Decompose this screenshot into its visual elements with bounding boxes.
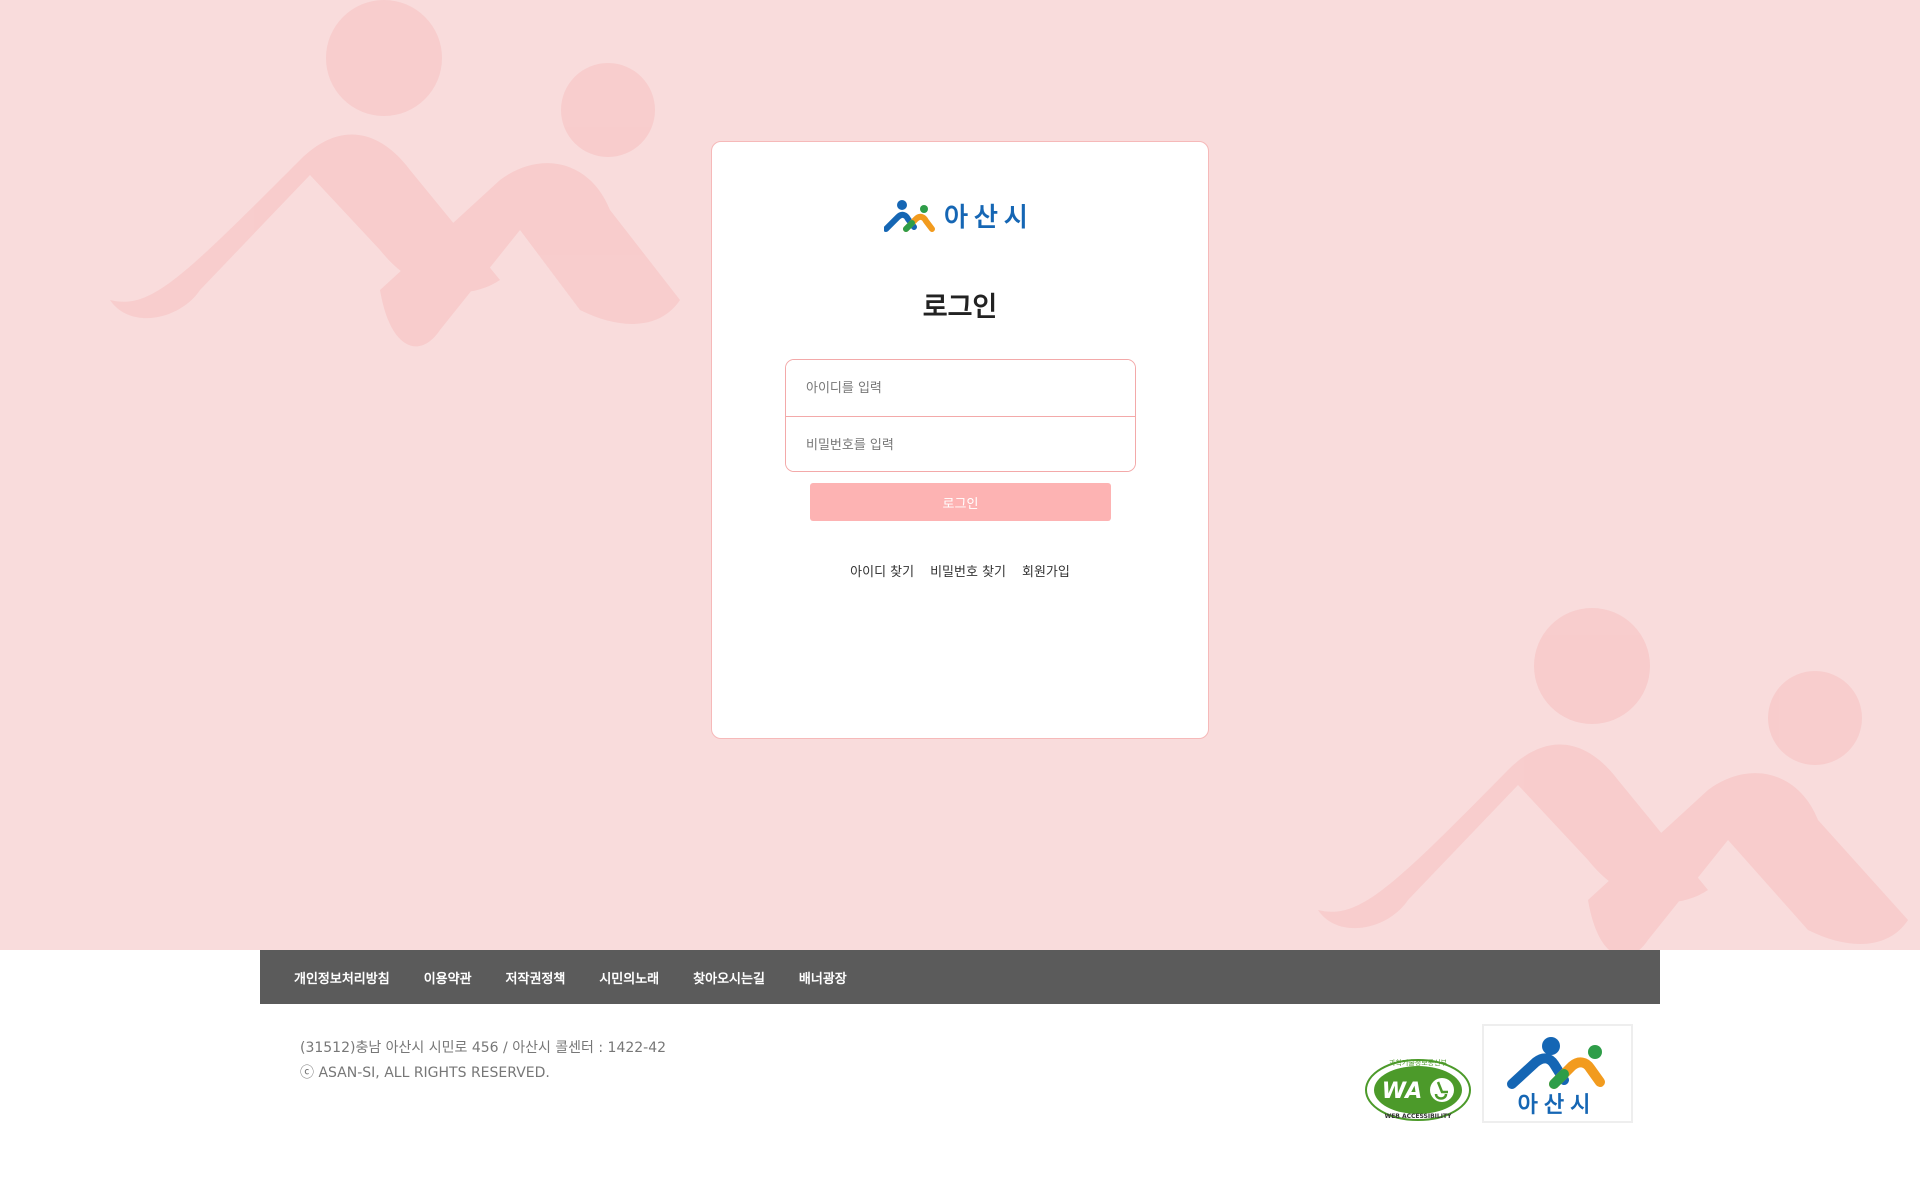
- login-button[interactable]: 로그인: [810, 483, 1111, 521]
- footer-link-privacy[interactable]: 개인정보처리방침: [294, 968, 390, 987]
- account-links: 아이디 찾기 비밀번호 찾기 회원가입: [712, 561, 1208, 580]
- wa-certification-icon[interactable]: 과학기술정보통신부 WA WEB ACCESSIBILITY: [1364, 1054, 1472, 1122]
- password-input[interactable]: [786, 417, 1135, 471]
- find-id-link[interactable]: 아이디 찾기: [850, 561, 914, 580]
- login-form-fields: [785, 359, 1136, 472]
- wa-caption-text: WEB ACCESSIBILITY: [1385, 1113, 1452, 1120]
- brand-logo[interactable]: 아산시: [884, 197, 1034, 234]
- footer-link-city-song[interactable]: 시민의노래: [599, 968, 659, 987]
- signup-link[interactable]: 회원가입: [1022, 561, 1070, 580]
- brand-name: 아산시: [944, 203, 1034, 233]
- footer-logo-text: 아산시: [1518, 1093, 1597, 1118]
- footer-info: (31512)충남 아산시 시민로 456 / 아산시 콜센터 : 1422-4…: [300, 1036, 666, 1086]
- footer-link-copyright[interactable]: 저작권정책: [506, 968, 566, 987]
- footer-nav: 개인정보처리방침 이용약관 저작권정책 시민의노래 찾아오시는길 배너광장: [260, 950, 1660, 1004]
- footer-copyright: ⓒ ASAN-SI, ALL RIGHTS RESERVED.: [300, 1065, 550, 1081]
- user-id-input[interactable]: [786, 360, 1135, 416]
- wa-top-text: 과학기술정보통신부: [1389, 1058, 1448, 1067]
- footer-city-logo[interactable]: 아산시: [1482, 1024, 1633, 1123]
- footer-link-banners[interactable]: 배너광장: [799, 968, 847, 987]
- login-background: 아산시 로그인 로그인 아이디 찾기 비밀번호 찾기 회원가입: [0, 0, 1920, 950]
- login-card: 아산시 로그인 로그인 아이디 찾기 비밀번호 찾기 회원가입: [711, 141, 1209, 739]
- page-title: 로그인: [922, 292, 998, 323]
- wa-mark-text: WA: [1382, 1079, 1423, 1104]
- asan-logo-icon: [884, 199, 935, 232]
- footer-link-terms[interactable]: 이용약관: [424, 968, 472, 987]
- footer-link-directions[interactable]: 찾아오시는길: [693, 968, 765, 987]
- footer-address: (31512)충남 아산시 시민로 456 / 아산시 콜센터 : 1422-4…: [300, 1040, 667, 1056]
- find-password-link[interactable]: 비밀번호 찾기: [930, 561, 1006, 580]
